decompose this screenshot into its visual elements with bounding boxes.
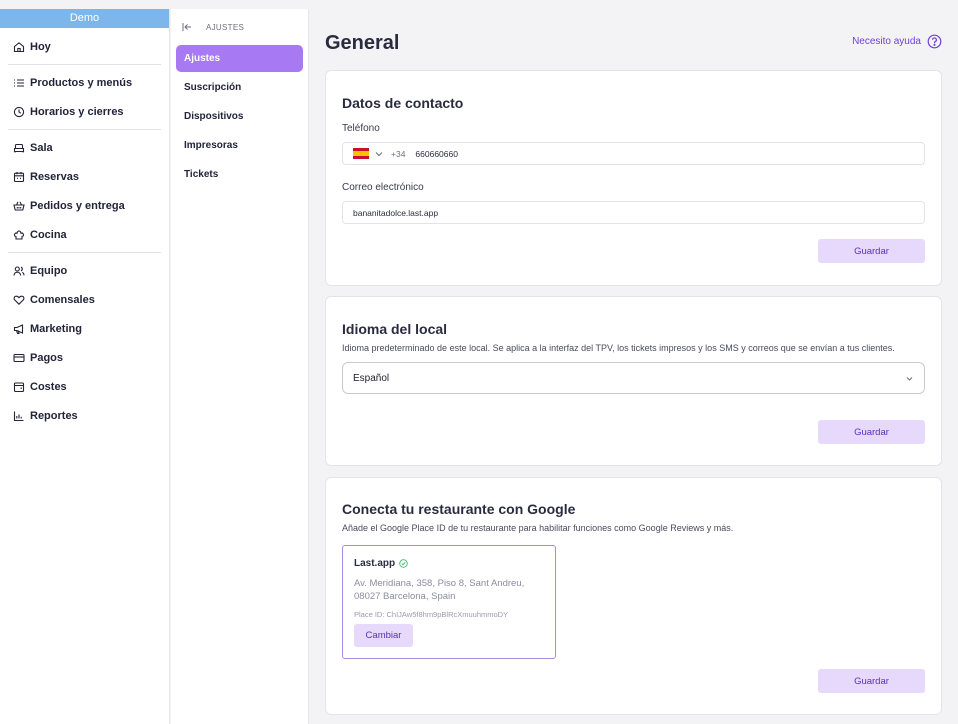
contact-card: Datos de contacto Teléfono +34 660660660… — [325, 70, 942, 286]
main-content: General Necesito ayuda Datos de contacto… — [310, 9, 958, 724]
sidebar-item-pedidos[interactable]: Pedidos y entrega — [0, 191, 169, 220]
chart-icon — [13, 410, 25, 422]
sidebar-item-label: Pagos — [30, 351, 64, 364]
phone-label: Teléfono — [342, 123, 380, 134]
change-place-button[interactable]: Cambiar — [354, 624, 413, 647]
sidebar-item-equipo[interactable]: Equipo — [0, 256, 169, 285]
main-sidebar: Demo Hoy Productos y menús Horarios y ci… — [0, 9, 170, 724]
help-label: Necesito ayuda — [852, 36, 921, 47]
submenu-item-ajustes[interactable]: Ajustes — [176, 45, 303, 72]
email-label: Correo electrónico — [342, 182, 424, 193]
sidebar-item-label: Cocina — [30, 228, 67, 241]
language-title: Idioma del local — [342, 321, 448, 337]
sidebar-item-label: Horarios y cierres — [30, 105, 124, 118]
sidebar-divider — [8, 129, 161, 130]
credit-card-icon — [13, 352, 25, 364]
sidebar-item-label: Reservas — [30, 170, 79, 183]
sidebar-item-label: Pedidos y entrega — [30, 199, 125, 212]
submenu-item-impresoras[interactable]: Impresoras — [176, 132, 303, 159]
sidebar-item-pagos[interactable]: Pagos — [0, 343, 169, 372]
phone-prefix: +34 — [391, 148, 406, 159]
check-circle-icon — [399, 559, 408, 568]
collapse-icon[interactable] — [182, 22, 192, 32]
settings-submenu: AJUSTES Ajustes Suscripción Dispositivos… — [171, 9, 309, 724]
submenu-header: AJUSTES — [171, 9, 308, 45]
sidebar-divider — [8, 252, 161, 253]
home-icon — [13, 41, 25, 53]
google-card: Conecta tu restaurante con Google Añade … — [325, 477, 942, 715]
sidebar-item-reservas[interactable]: Reservas — [0, 162, 169, 191]
question-circle-icon — [927, 34, 942, 49]
submenu-item-suscripcion[interactable]: Suscripción — [176, 74, 303, 101]
language-card: Idioma del local Idioma predeterminado d… — [325, 296, 942, 466]
sidebar-item-label: Hoy — [30, 40, 51, 53]
language-selected: Español — [353, 372, 390, 384]
language-description: Idioma predeterminado de este local. Se … — [342, 343, 895, 353]
chevron-down-icon[interactable] — [375, 150, 383, 158]
sidebar-item-costes[interactable]: Costes — [0, 372, 169, 401]
place-name: Last.app — [354, 558, 544, 569]
sidebar-item-reportes[interactable]: Reportes — [0, 401, 169, 430]
place-id: Place ID: ChIJAw5f8hm9pBlRcXmuuhmmoDY — [354, 610, 509, 619]
email-field[interactable]: bananitadolce.last.app — [342, 201, 925, 224]
sidebar-item-cocina[interactable]: Cocina — [0, 220, 169, 249]
page-title: General — [325, 32, 400, 54]
email-value: bananitadolce.last.app — [353, 207, 439, 218]
place-name-text: Last.app — [354, 558, 396, 569]
save-language-button[interactable]: Guardar — [818, 420, 925, 444]
sidebar-item-label: Equipo — [30, 264, 68, 277]
submenu-item-tickets[interactable]: Tickets — [176, 161, 303, 188]
contact-title: Datos de contacto — [342, 95, 464, 111]
sofa-icon — [13, 142, 25, 154]
sidebar-item-label: Comensales — [30, 293, 95, 306]
calendar-icon — [13, 171, 25, 183]
submenu-item-dispositivos[interactable]: Dispositivos — [176, 103, 303, 130]
chef-hat-icon — [13, 229, 25, 241]
sidebar-item-comensales[interactable]: Comensales — [0, 285, 169, 314]
sidebar-item-horarios[interactable]: Horarios y cierres — [0, 97, 169, 126]
sidebar-item-productos[interactable]: Productos y menús — [0, 68, 169, 97]
place-address: Av. Meridiana, 358, Piso 8, Sant Andreu,… — [354, 578, 525, 602]
chevron-down-icon — [906, 376, 913, 381]
spain-flag-icon — [353, 148, 369, 159]
wallet-icon — [13, 381, 25, 393]
megaphone-icon — [13, 323, 25, 335]
demo-banner: Demo — [0, 9, 169, 28]
phone-value: 660660660 — [415, 148, 458, 159]
basket-icon — [13, 200, 25, 212]
language-select[interactable]: Español — [342, 362, 925, 394]
phone-field[interactable]: +34 660660660 — [342, 142, 925, 165]
help-link[interactable]: Necesito ayuda — [852, 34, 942, 49]
sidebar-divider — [8, 64, 161, 65]
users-icon — [13, 265, 25, 277]
sidebar-item-hoy[interactable]: Hoy — [0, 32, 169, 61]
google-description: Añade el Google Place ID de tu restauran… — [342, 523, 734, 533]
save-contact-button[interactable]: Guardar — [818, 239, 925, 263]
list-icon — [13, 77, 25, 89]
sidebar-item-marketing[interactable]: Marketing — [0, 314, 169, 343]
sidebar-item-label: Marketing — [30, 322, 82, 335]
sidebar-item-label: Sala — [30, 141, 53, 154]
sidebar-item-label: Reportes — [30, 409, 78, 422]
sidebar-item-label: Productos y menús — [30, 76, 133, 89]
google-title: Conecta tu restaurante con Google — [342, 501, 576, 517]
save-google-button[interactable]: Guardar — [818, 669, 925, 693]
clock-icon — [13, 106, 25, 118]
sidebar-item-sala[interactable]: Sala — [0, 133, 169, 162]
sidebar-item-label: Costes — [30, 380, 67, 393]
place-card: Last.app Av. Meridiana, 358, Piso 8, San… — [342, 545, 556, 659]
submenu-title: AJUSTES — [206, 22, 245, 32]
heart-icon — [13, 294, 25, 306]
